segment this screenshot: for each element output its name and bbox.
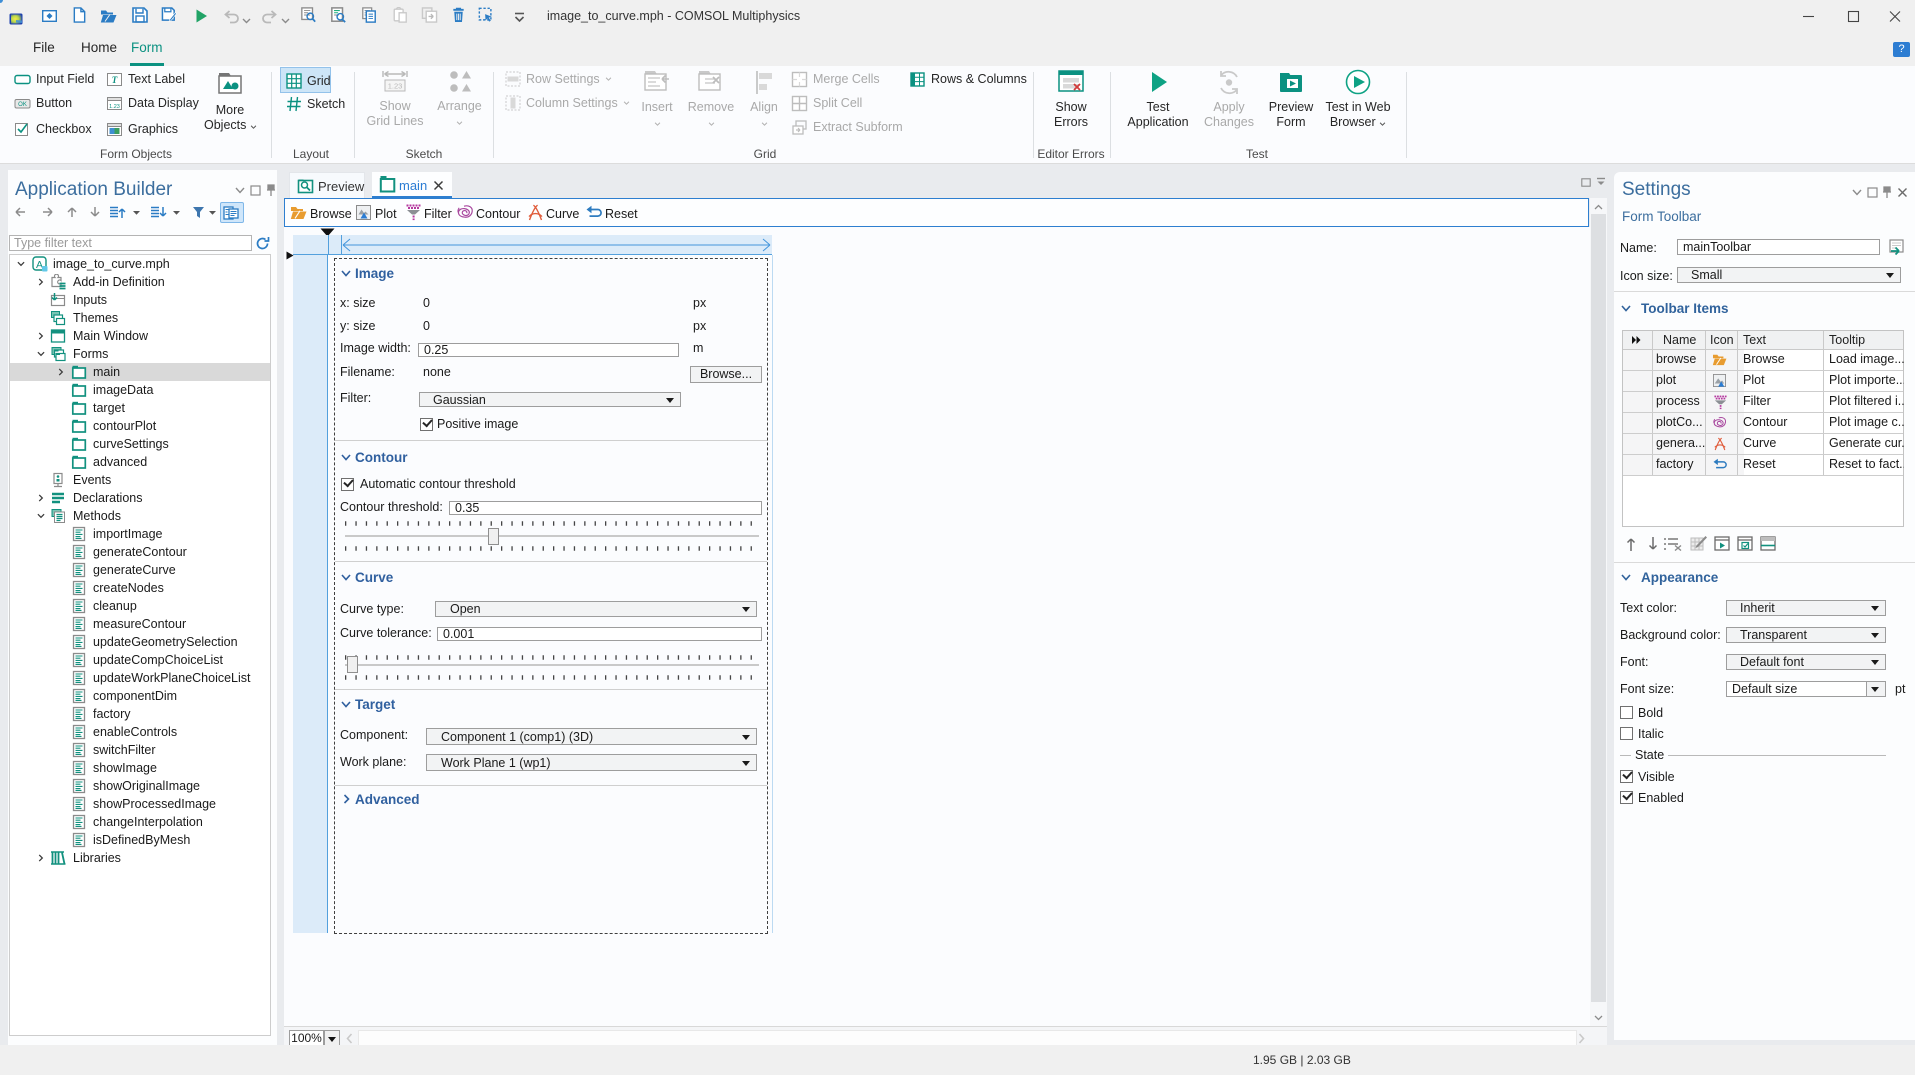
svg-text:OK: OK — [18, 102, 27, 108]
svg-text:T: T — [112, 75, 118, 85]
svg-text:A: A — [36, 259, 43, 271]
svg-text:1.23: 1.23 — [109, 104, 120, 110]
svg-text:1.23: 1.23 — [388, 82, 403, 91]
